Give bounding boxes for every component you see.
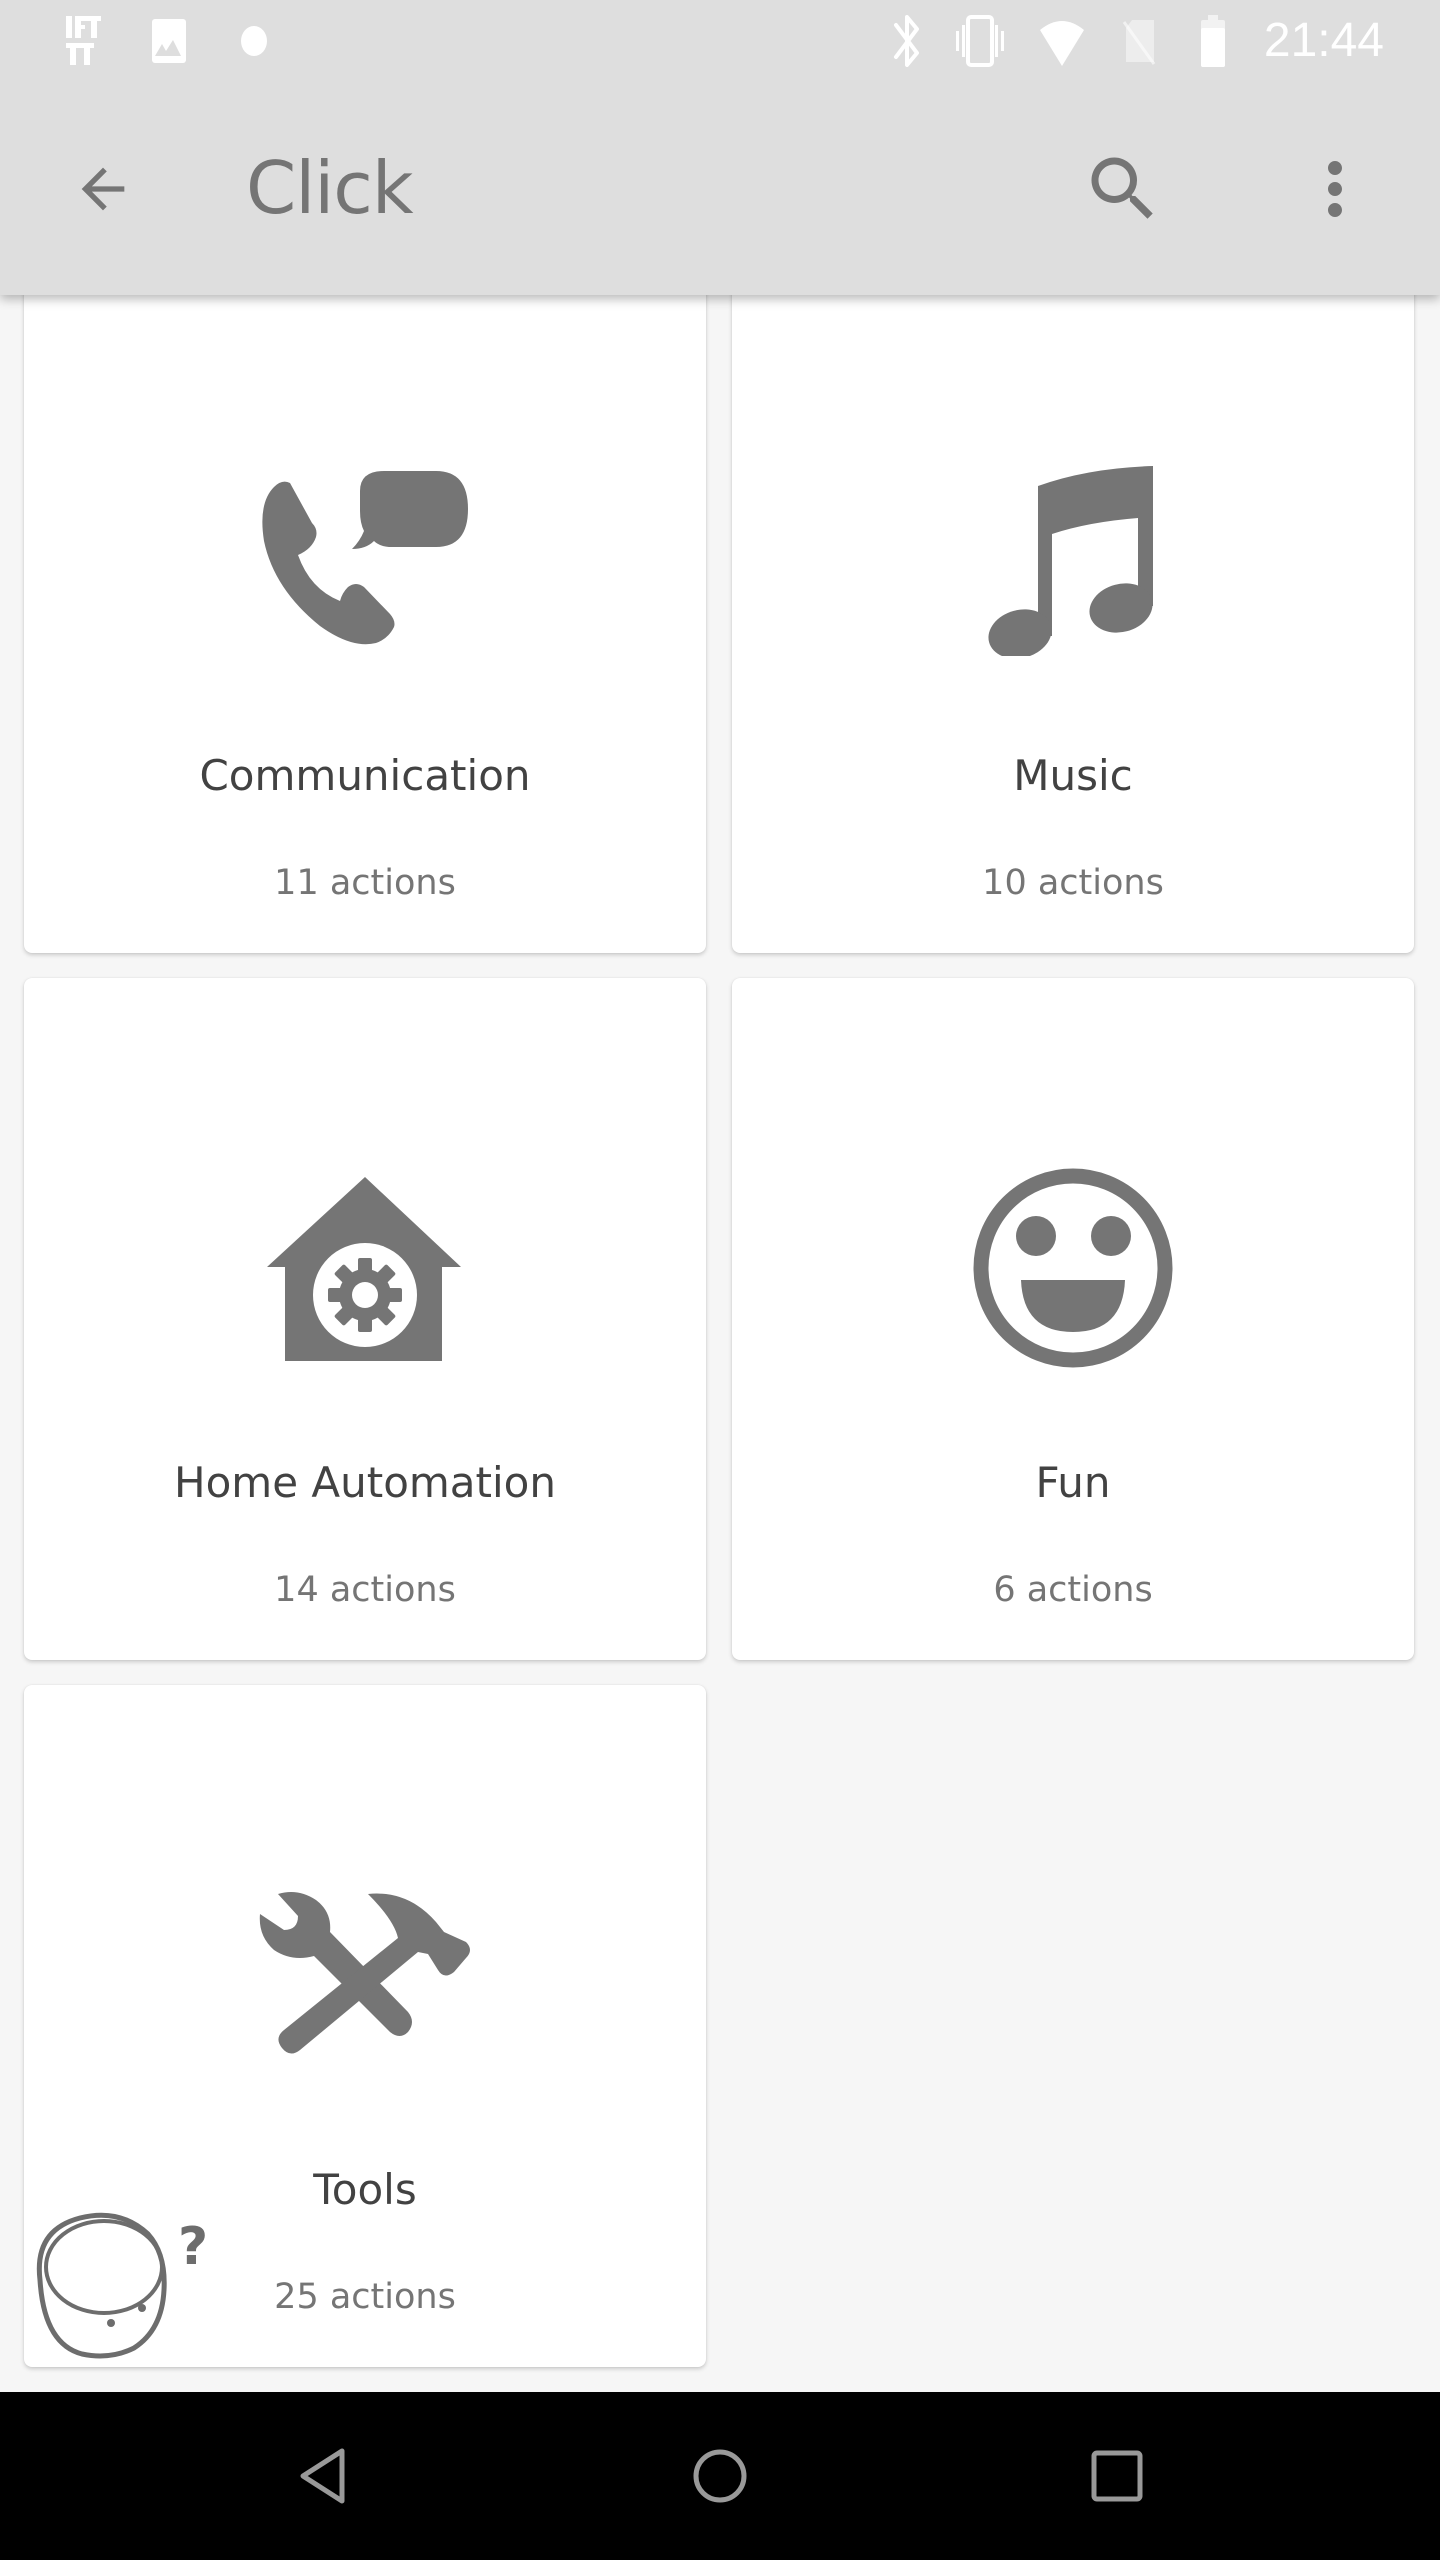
card-icon-wrap <box>24 451 706 671</box>
no-sim-icon <box>1122 0 1158 82</box>
phone-chat-icon <box>262 471 468 645</box>
more-vert-icon <box>1328 160 1342 217</box>
card-action-count: 6 actions <box>993 1570 1153 1610</box>
category-card-fun[interactable]: Fun 6 actions <box>732 978 1414 1660</box>
card-title: Communication <box>199 751 531 800</box>
image-notification-icon <box>151 0 187 82</box>
card-icon-wrap <box>732 451 1414 671</box>
category-card-home-automation[interactable]: Home Automation 14 actions <box>24 978 706 1660</box>
wifi-icon <box>1039 0 1085 82</box>
card-action-count: 11 actions <box>274 863 456 903</box>
svg-text:?: ? <box>178 2217 208 2277</box>
help-device-icon: ? <box>36 2212 208 2359</box>
card-title: Tools <box>313 2165 417 2214</box>
page-title: Click <box>246 146 414 230</box>
card-icon-wrap <box>732 1158 1414 1378</box>
card-title: Music <box>1013 751 1133 800</box>
notification-dot-icon <box>240 0 268 82</box>
category-card-communication[interactable]: Communication 11 actions <box>24 295 706 953</box>
status-time: 21:44 <box>1263 14 1384 67</box>
nav-home-button[interactable] <box>650 2392 790 2560</box>
nav-back-icon <box>300 2448 345 2504</box>
arrow-back-icon <box>81 167 125 210</box>
app-bar: Click <box>0 82 1440 295</box>
back-button[interactable] <box>48 82 158 295</box>
bluetooth-icon <box>893 0 921 82</box>
home-gear-icon <box>267 1177 461 1361</box>
help-button[interactable]: ? <box>30 2210 215 2360</box>
more-options-button[interactable] <box>1280 82 1390 295</box>
system-nav-bar <box>0 2392 1440 2560</box>
battery-icon <box>1201 0 1225 82</box>
search-button[interactable] <box>1068 82 1178 295</box>
ifttt-icon <box>66 0 114 82</box>
nav-recents-button[interactable] <box>1047 2392 1187 2560</box>
nav-back-button[interactable] <box>253 2392 393 2560</box>
vibrate-icon <box>956 0 1004 82</box>
card-icon-wrap <box>24 1865 706 2085</box>
category-grid: Communication 11 actions Music 10 action… <box>0 295 1440 2392</box>
card-action-count: 10 actions <box>982 863 1164 903</box>
status-bar: 21:44 <box>0 0 1440 82</box>
search-icon <box>1091 157 1153 219</box>
nav-home-icon <box>693 2449 747 2503</box>
nav-recents-icon <box>1091 2450 1143 2502</box>
smiley-icon <box>973 1168 1173 1368</box>
card-title: Fun <box>1035 1458 1111 1507</box>
card-icon-wrap <box>24 1158 706 1378</box>
card-action-count: 14 actions <box>274 1570 456 1610</box>
category-card-music[interactable]: Music 10 actions <box>732 295 1414 953</box>
wrench-hammer-icon <box>259 1892 470 2054</box>
card-title: Home Automation <box>174 1458 556 1507</box>
music-note-icon <box>988 466 1153 656</box>
